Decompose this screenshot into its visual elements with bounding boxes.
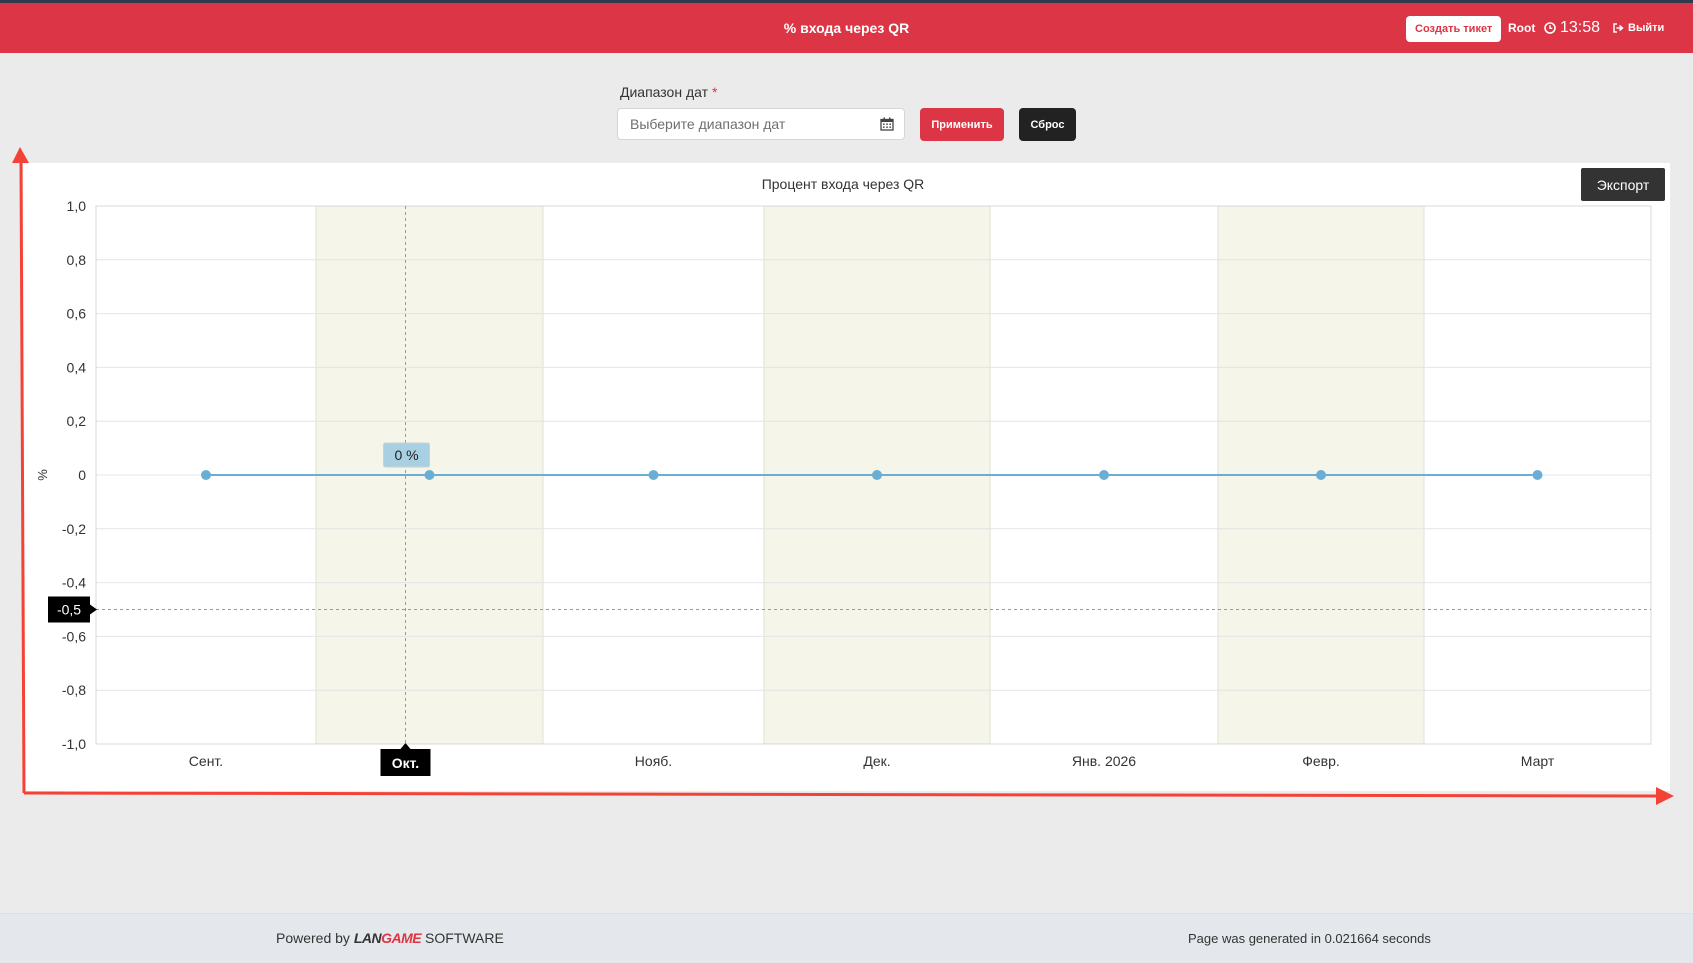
generation-time: Page was generated in 0.021664 seconds bbox=[1188, 931, 1431, 946]
crosshair-x-label: Окт. bbox=[392, 755, 419, 771]
y-tick-label: 1,0 bbox=[67, 198, 87, 214]
horizontal-arrow-head bbox=[1656, 787, 1674, 805]
y-tick-label: 0,6 bbox=[67, 306, 87, 322]
footer: Powered by LANGAME SOFTWARE Page was gen… bbox=[0, 913, 1693, 963]
y-tick-label: -0,6 bbox=[62, 628, 86, 644]
x-tick-label: Март bbox=[1521, 753, 1555, 769]
powered-prefix: Powered by bbox=[276, 930, 350, 946]
x-tick-label: Февр. bbox=[1302, 753, 1340, 769]
tooltip-text: 0 % bbox=[394, 447, 418, 463]
chart-title: Процент входа через QR bbox=[762, 176, 925, 192]
data-point[interactable] bbox=[201, 470, 211, 480]
data-point[interactable] bbox=[1099, 470, 1109, 480]
data-point[interactable] bbox=[424, 470, 435, 480]
y-tick-label: -1,0 bbox=[62, 736, 86, 752]
data-point[interactable] bbox=[648, 470, 659, 480]
x-tick-label: Янв. 2026 bbox=[1072, 753, 1136, 769]
y-axis-label: % bbox=[35, 469, 50, 481]
data-point[interactable] bbox=[1316, 470, 1326, 480]
crosshair-y-label: -0,5 bbox=[57, 602, 81, 618]
brand-logo[interactable]: LANGAME bbox=[353, 930, 422, 946]
y-tick-label: -0,8 bbox=[62, 682, 86, 698]
y-tick-label: 0,4 bbox=[67, 359, 87, 375]
y-tick-label: -0,4 bbox=[62, 575, 86, 591]
data-point[interactable] bbox=[872, 470, 882, 480]
vertical-arrow-head bbox=[12, 147, 29, 163]
powered-by: Powered by LANGAME SOFTWARE bbox=[276, 914, 504, 963]
brand-game: GAME bbox=[381, 930, 422, 946]
y-tick-label: 0,8 bbox=[67, 252, 87, 268]
y-tick-label: 0,2 bbox=[67, 413, 87, 429]
horizontal-annotation-arrow bbox=[23, 791, 1659, 798]
x-tick-label: Нояб. bbox=[635, 753, 672, 769]
brand-lan: LAN bbox=[353, 930, 382, 946]
x-tick-label: Сент. bbox=[189, 753, 223, 769]
y-tick-label: -0,2 bbox=[62, 521, 86, 537]
brand-suffix: SOFTWARE bbox=[425, 930, 504, 946]
y-tick-label: 0 bbox=[78, 467, 86, 483]
x-tick-label: Дек. bbox=[863, 753, 890, 769]
vertical-annotation-arrow bbox=[19, 159, 26, 794]
data-point[interactable] bbox=[1532, 470, 1543, 480]
qr-percentage-chart: 1,0 0,8 0,6 0,4 0,2 0 -0,2 -0,4 -0,6 -0,8 -1,0 Сен… bbox=[12, 147, 1674, 805]
